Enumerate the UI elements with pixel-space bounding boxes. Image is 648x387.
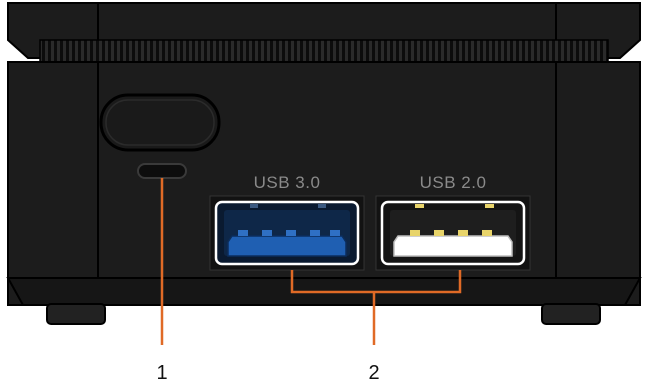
power-button — [99, 93, 221, 152]
usb3-insert — [227, 235, 347, 257]
callout-number-1: 1 — [156, 362, 167, 384]
usb2-insert — [393, 235, 513, 257]
foot-left — [46, 303, 106, 325]
device-front-diagram: USB 3.0 USB 2.0 1 2 — [6, 2, 642, 384]
usb3-label: USB 3.0 — [254, 173, 321, 192]
foot-right — [541, 303, 601, 325]
usb2-label: USB 2.0 — [420, 173, 487, 192]
device-feet — [46, 303, 601, 325]
callout-number-2: 2 — [368, 362, 379, 384]
power-indicator — [137, 163, 187, 179]
vent-grille — [39, 39, 609, 63]
